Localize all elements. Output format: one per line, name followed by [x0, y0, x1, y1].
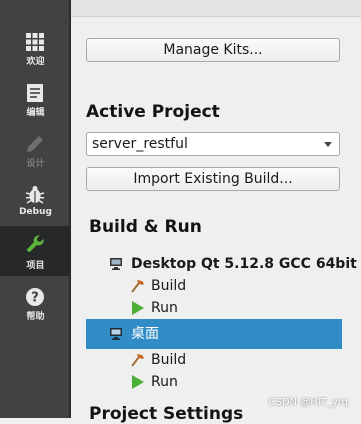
mode-edit[interactable]: 编辑 — [0, 79, 71, 127]
run-label: Run — [151, 300, 178, 316]
import-existing-build-button[interactable]: Import Existing Build... — [86, 167, 340, 191]
grid-icon — [26, 33, 44, 51]
monitor-icon — [110, 258, 122, 270]
mode-welcome[interactable]: 欢迎 — [0, 28, 71, 76]
bug-icon — [25, 186, 45, 204]
pencil-icon — [27, 136, 43, 152]
mode-label: 帮助 — [26, 312, 45, 322]
mode-sidebar: 欢迎 编辑 设计 Debug 项目 ? 帮助 — [0, 0, 71, 418]
project-settings-heading: Project Settings — [89, 404, 244, 424]
kit-item-selected[interactable]: 桌面 — [86, 319, 342, 349]
build-label: Build — [151, 278, 187, 294]
document-icon — [27, 84, 43, 102]
chevron-down-icon — [324, 142, 332, 147]
build-run-heading: Build & Run — [89, 217, 202, 237]
mode-label: Debug — [19, 207, 52, 217]
projects-panel: Manage Kits... Active Project server_res… — [71, 16, 361, 424]
manage-kits-button[interactable]: Manage Kits... — [86, 38, 340, 62]
watermark-text: CSDN @HIT_yrq — [268, 397, 348, 408]
mode-label: 欢迎 — [26, 57, 45, 67]
active-project-heading: Active Project — [86, 102, 220, 122]
mode-help[interactable]: ? 帮助 — [0, 283, 71, 331]
mode-projects[interactable]: 项目 — [0, 226, 71, 276]
top-strip — [71, 0, 361, 17]
kit-name: 桌面 — [131, 326, 159, 342]
mode-label: 编辑 — [26, 108, 45, 118]
svg-text:?: ? — [31, 291, 39, 306]
help-icon: ? — [26, 288, 44, 306]
project-combo[interactable]: server_restful — [86, 132, 340, 156]
mode-design[interactable]: 设计 — [0, 130, 71, 178]
run-label: Run — [151, 374, 178, 390]
wrench-icon — [26, 235, 44, 253]
hammer-icon — [131, 280, 144, 293]
run-icon — [132, 301, 144, 315]
monitor-icon — [110, 328, 122, 340]
kit-name: Desktop Qt 5.12.8 GCC 64bit — [131, 256, 357, 272]
mode-debug[interactable]: Debug — [0, 181, 71, 229]
mode-label: 项目 — [26, 261, 45, 271]
run-icon — [132, 375, 144, 389]
mode-label: 设计 — [26, 159, 45, 169]
build-label: Build — [151, 352, 187, 368]
hammer-icon — [131, 354, 144, 367]
project-combo-value: server_restful — [92, 136, 188, 152]
